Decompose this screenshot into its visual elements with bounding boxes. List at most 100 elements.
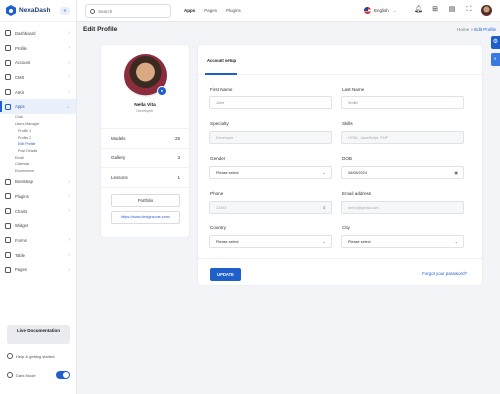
chevron-right-icon: ›: [68, 30, 70, 37]
last-name-label: Last Name: [342, 87, 365, 92]
us-flag-icon: [364, 7, 371, 14]
language-selector[interactable]: English ⌄: [364, 7, 397, 14]
spinner-icon[interactable]: ⇕: [323, 205, 326, 210]
sidebar-item-charts[interactable]: Charts ›: [0, 204, 76, 219]
sidebar: NexaDash « Dashboard › Profile › Account › …: [0, 0, 77, 394]
fullscreen-icon[interactable]: ⛶: [465, 6, 473, 14]
theme-float-button[interactable]: ◐: [491, 53, 500, 66]
live-documentation-button[interactable]: Live Documentation: [7, 325, 70, 344]
city-select[interactable]: Please select ⌄: [341, 235, 464, 248]
email-field[interactable]: demo@gmail.com: [341, 201, 464, 214]
skills-field[interactable]: HTML, JavaScript, PHP: [341, 131, 464, 144]
website-link[interactable]: https://www.dexignzone.com/: [111, 211, 180, 224]
first-name-field[interactable]: John: [209, 96, 332, 109]
specialty-field[interactable]: Developer: [209, 131, 332, 144]
chat-icon[interactable]: ▤: [448, 6, 456, 14]
breadcrumb-separator: »: [470, 27, 473, 32]
submenu-item-ecommerce[interactable]: Ecommerce: [0, 168, 76, 175]
chevron-right-icon: ›: [68, 45, 70, 52]
doc-button-label: Live Documentation: [16, 328, 60, 333]
tab-active-indicator: [205, 73, 237, 75]
sidebar-collapse-button[interactable]: «: [60, 6, 70, 15]
forgot-password-link[interactable]: Forgot your password?: [422, 271, 467, 276]
bell-icon[interactable]: 🔔︎: [414, 6, 423, 14]
sidebar-item-widget[interactable]: Widget: [0, 218, 76, 233]
submenu-label: Post Details: [18, 148, 38, 153]
plugin-icon: [5, 193, 11, 200]
sidebar-item-table[interactable]: Table ›: [0, 248, 76, 263]
dark-mode-row: Dark Mode: [7, 371, 70, 379]
chevron-right-icon: ›: [68, 178, 70, 185]
avatar[interactable]: [481, 5, 492, 16]
stat-value: 28: [174, 135, 180, 141]
breadcrumb-home[interactable]: Home: [457, 27, 469, 32]
brand: NexaDash «: [0, 0, 76, 22]
form-icon: [5, 237, 11, 244]
submenu-item-users-manager[interactable]: Users Manager: [0, 121, 76, 128]
apps-icon: [5, 103, 11, 110]
country-select[interactable]: Please select ⌄: [209, 235, 332, 248]
sidebar-item-label: AIKit: [15, 89, 24, 95]
dob-date-input[interactable]: 06/08/2024 ▣: [341, 166, 464, 179]
submenu-item-profile-1[interactable]: Profile 1: [0, 128, 76, 135]
sidebar-item-profile[interactable]: Profile ›: [0, 41, 76, 56]
top-nav-pages[interactable]: Pages: [204, 8, 217, 13]
sidebar-item-bootstrap[interactable]: Bootstrap ›: [0, 174, 76, 189]
sidebar-nav: Dashboard › Profile › Account › CMS › AIKit ›…: [0, 22, 76, 277]
sidebar-item-label: CMS: [15, 74, 25, 80]
sidebar-item-forms[interactable]: Forms ›: [0, 233, 76, 248]
sidebar-item-apps[interactable]: Apps ⌄: [0, 99, 76, 115]
stat-label: Gallery: [111, 155, 126, 161]
stat-row: Lessons 1: [101, 168, 189, 188]
submenu-label: Profile 1: [18, 128, 32, 133]
chart-icon: [5, 208, 11, 215]
phone-placeholder: 12345: [216, 205, 227, 210]
stat-value: 3: [177, 155, 180, 161]
search-input[interactable]: [98, 8, 168, 14]
sidebar-item-label: Profile: [15, 45, 27, 51]
submenu-item-profile-2[interactable]: Profile 2: [0, 134, 76, 141]
update-button[interactable]: UPDATE: [210, 268, 241, 281]
sidebar-item-label: Forms: [15, 237, 27, 243]
last-name-field[interactable]: Smith: [341, 96, 464, 109]
sidebar-item-pages[interactable]: Pages ›: [0, 262, 76, 277]
submenu-item-chat[interactable]: Chat: [0, 114, 76, 121]
phone-label: Phone: [210, 191, 224, 196]
submenu-item-calendar[interactable]: Calendar: [0, 161, 76, 168]
chevron-right-icon: ›: [68, 252, 70, 259]
tab-bar: Account setup: [198, 45, 482, 75]
calendar-icon[interactable]: ▣: [454, 170, 458, 175]
grid-icon[interactable]: ⊞: [431, 6, 439, 14]
phone-field[interactable]: 12345 ⇕: [209, 201, 332, 214]
profile-name: Nella Vita: [134, 103, 156, 108]
account-icon: [5, 59, 11, 66]
chevron-right-icon: ›: [68, 266, 70, 273]
stat-row: Gallery 3: [101, 149, 189, 168]
chevron-down-icon: ⌄: [322, 239, 326, 244]
camera-icon[interactable]: ●: [157, 86, 167, 96]
submenu-label: Email: [15, 155, 24, 160]
cms-icon: [5, 74, 11, 81]
sidebar-item-cms[interactable]: CMS ›: [0, 70, 76, 85]
skills-label: Skills: [342, 121, 353, 126]
top-nav-apps[interactable]: Apps: [184, 8, 195, 13]
gear-icon: ⚙: [492, 39, 499, 45]
sidebar-item-dashboard[interactable]: Dashboard ›: [0, 26, 76, 41]
sidebar-item-aikit[interactable]: AIKit ›: [0, 85, 76, 100]
gender-select[interactable]: Please select ⌄: [209, 166, 332, 179]
sidebar-item-plugins[interactable]: Plugins ›: [0, 189, 76, 204]
submenu-item-post-details[interactable]: Post Details: [0, 148, 76, 155]
settings-float-button[interactable]: ⚙: [491, 36, 500, 49]
submenu-item-email[interactable]: Email: [0, 154, 76, 161]
help-link[interactable]: Help & getting started: [7, 353, 54, 359]
sidebar-item-account[interactable]: Account ›: [0, 55, 76, 70]
top-nav-plugins[interactable]: Plugins: [226, 8, 241, 13]
arrow-left-icon: «: [63, 7, 67, 14]
portfolio-button[interactable]: Portfolio: [111, 194, 180, 207]
page-title: Edit Profile: [83, 26, 118, 33]
dark-mode-toggle[interactable]: [56, 371, 70, 379]
tab-account-setup[interactable]: Account setup: [207, 58, 236, 63]
account-form-card: Account setup First Name John Last Name …: [198, 45, 482, 285]
palette-icon: ◐: [493, 56, 498, 62]
submenu-item-edit-profile[interactable]: Edit Profile: [0, 141, 76, 148]
